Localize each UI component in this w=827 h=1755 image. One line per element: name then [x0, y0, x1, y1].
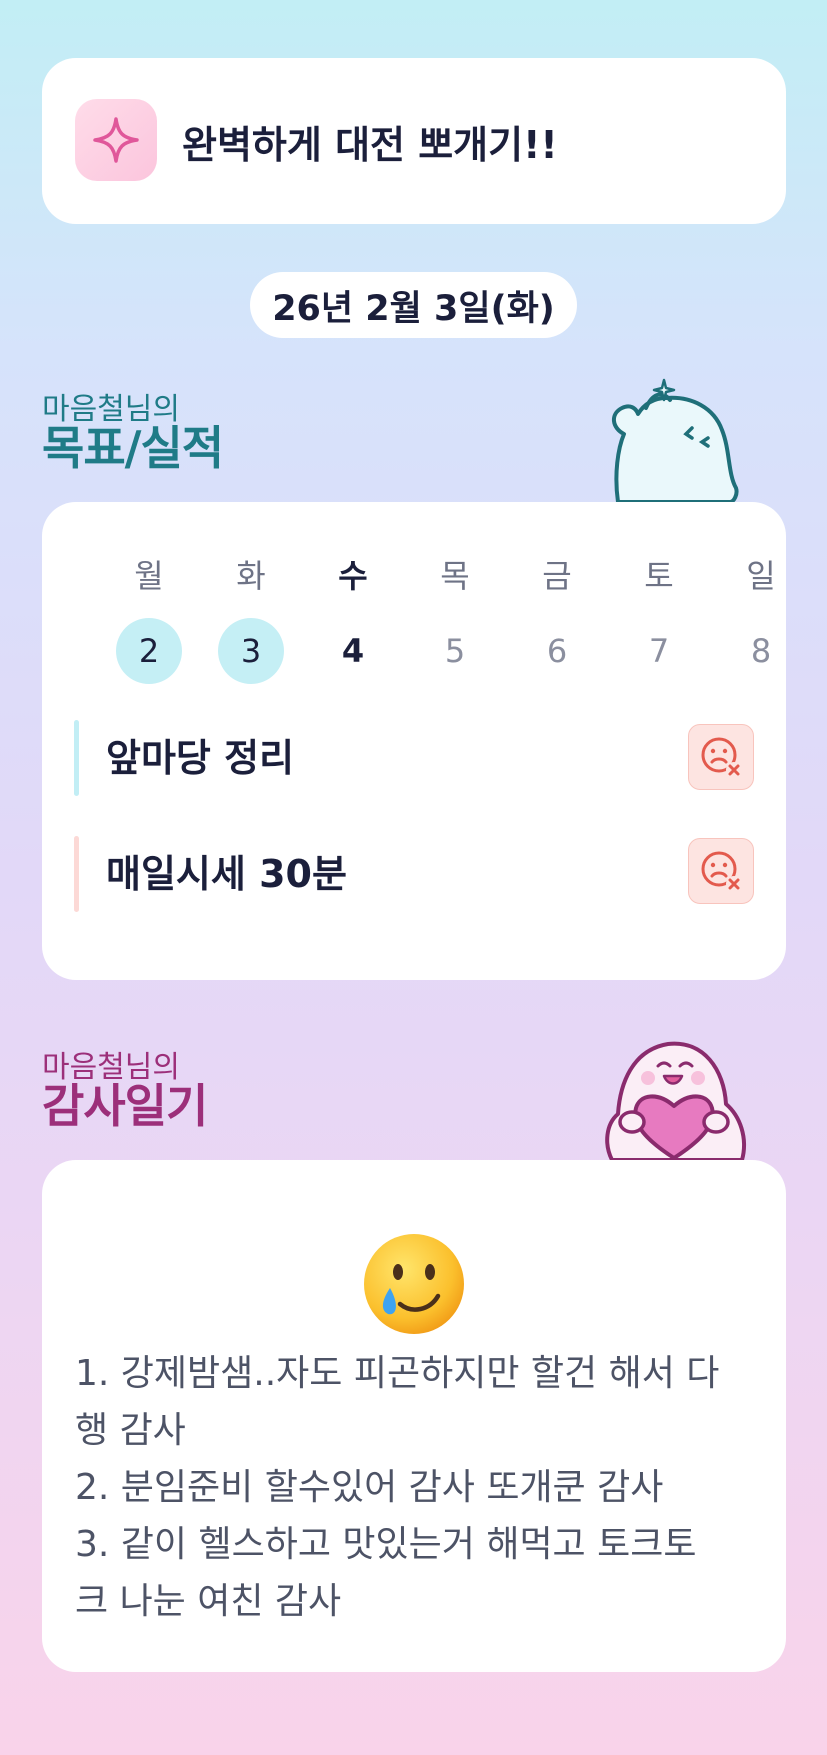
sad-face-x-icon[interactable] [688, 724, 754, 790]
thumbs-up-ghost-mascot [612, 378, 739, 504]
day-number: 3 [218, 618, 284, 684]
day-name: 금 [542, 557, 572, 595]
day-sunday[interactable]: 일 8 [726, 556, 796, 684]
goal-row[interactable]: 매일시세 30분 [74, 836, 754, 912]
heart-holding-ghost-mascot [605, 1041, 747, 1162]
day-name: 화 [236, 557, 266, 595]
day-number: 6 [546, 632, 568, 670]
day-monday[interactable]: 월 2 [114, 556, 184, 684]
motto-text: 완벽하게 대전 뽀개기!! [182, 122, 558, 167]
day-name: 목 [440, 557, 470, 595]
day-name: 수 [338, 557, 368, 595]
diary-entry: 3. 같이 헬스하고 맛있는거 해먹고 토크토 크 나눈 여친 감사 [75, 1524, 697, 1622]
diary-card: 1. 강제밤샘..자도 피곤하지만 할건 해서 다 행 감사 2. 분임준비 할… [42, 1160, 786, 1672]
goal-accent-bar [74, 836, 79, 912]
goal-label: 앞마당 정리 [106, 736, 295, 780]
diary-entry: 2. 분임준비 할수있어 감사 또개쿤 감사 [75, 1467, 664, 1508]
motto-card[interactable]: 완벽하게 대전 뽀개기!! [42, 58, 786, 224]
goals-card: 월 2 화 3 수 4 목 5 금 6 토 7 일 8 앞마당 정리 매일시세 … [42, 502, 786, 980]
week-calendar: 월 2 화 3 수 4 목 5 금 6 토 7 일 8 [42, 556, 786, 686]
goal-row[interactable]: 앞마당 정리 [74, 720, 754, 796]
day-thursday[interactable]: 목 5 [420, 556, 490, 684]
day-friday[interactable]: 금 6 [522, 556, 592, 684]
day-name: 토 [644, 557, 674, 595]
day-number: 7 [648, 632, 670, 670]
day-number: 4 [341, 632, 365, 670]
sparkle-icon [75, 99, 157, 181]
goals-section-title: 목표/실적 [42, 421, 224, 475]
day-tuesday[interactable]: 화 3 [216, 556, 286, 684]
diary-section-title: 감사일기 [42, 1079, 208, 1133]
goal-label: 매일시세 30분 [106, 852, 347, 896]
day-number: 8 [750, 632, 772, 670]
sad-face-x-icon[interactable] [688, 838, 754, 904]
diary-entry: 1. 강제밤샘..자도 피곤하지만 할건 해서 다 행 감사 [75, 1353, 720, 1451]
day-number: 5 [444, 632, 466, 670]
goal-accent-bar [74, 720, 79, 796]
day-name: 일 [746, 557, 776, 595]
diary-entries: 1. 강제밤샘..자도 피곤하지만 할건 해서 다 행 감사 2. 분임준비 할… [75, 1345, 755, 1630]
day-saturday[interactable]: 토 7 [624, 556, 694, 684]
day-number: 2 [116, 618, 182, 684]
smiling-face-with-tear-emoji [364, 1234, 464, 1334]
date-pill[interactable]: 26년 2월 3일(화) [250, 272, 577, 338]
day-wednesday[interactable]: 수 4 [318, 556, 388, 684]
day-name: 월 [134, 557, 164, 595]
